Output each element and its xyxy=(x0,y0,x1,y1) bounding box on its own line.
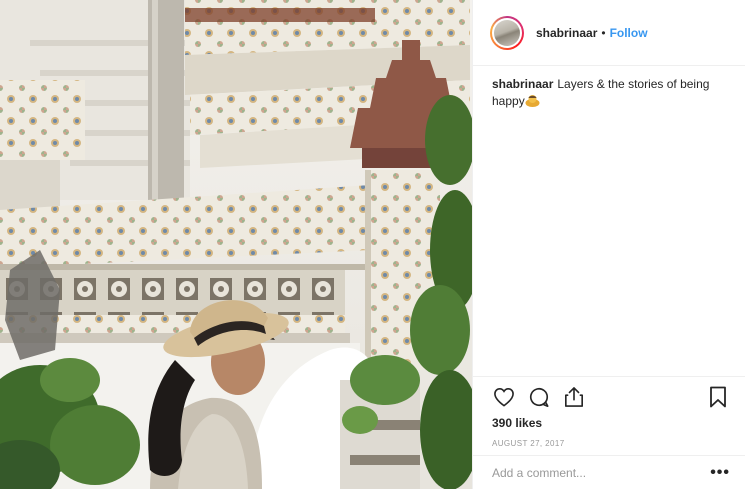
actions-panel: 390 likes AUGUST 27, 2017 xyxy=(473,376,745,448)
separator-dot: • xyxy=(601,25,606,40)
bookmark-icon[interactable] xyxy=(706,385,730,409)
likes-count[interactable]: 390 likes xyxy=(492,416,730,430)
caption-username-link[interactable]: shabrinaar xyxy=(492,77,553,91)
comment-box: ••• xyxy=(473,455,745,489)
avatar[interactable] xyxy=(490,15,524,50)
instagram-post: shabrinaar • Follow shabrinaar Layers & t… xyxy=(0,0,745,489)
share-icon[interactable] xyxy=(562,385,586,409)
avatar-image xyxy=(494,19,520,46)
post-date[interactable]: AUGUST 27, 2017 xyxy=(492,439,730,448)
action-icons xyxy=(492,385,730,409)
post-photo[interactable] xyxy=(0,0,472,489)
more-options-icon[interactable]: ••• xyxy=(710,464,730,480)
temple-photo-illustration xyxy=(0,0,472,489)
post-header: shabrinaar • Follow xyxy=(473,0,745,66)
post-sidebar: shabrinaar • Follow shabrinaar Layers & t… xyxy=(472,0,745,489)
username-link[interactable]: shabrinaar xyxy=(536,26,597,40)
follow-button[interactable]: Follow xyxy=(610,26,648,40)
speech-bubble-icon[interactable] xyxy=(527,385,551,409)
caption: shabrinaar Layers & the stories of being … xyxy=(473,66,745,112)
comment-input[interactable] xyxy=(492,465,711,480)
header-text: shabrinaar • Follow xyxy=(536,26,648,40)
bowing-emoji-icon xyxy=(525,94,540,112)
heart-icon[interactable] xyxy=(492,385,516,409)
avatar-ring xyxy=(492,17,522,48)
